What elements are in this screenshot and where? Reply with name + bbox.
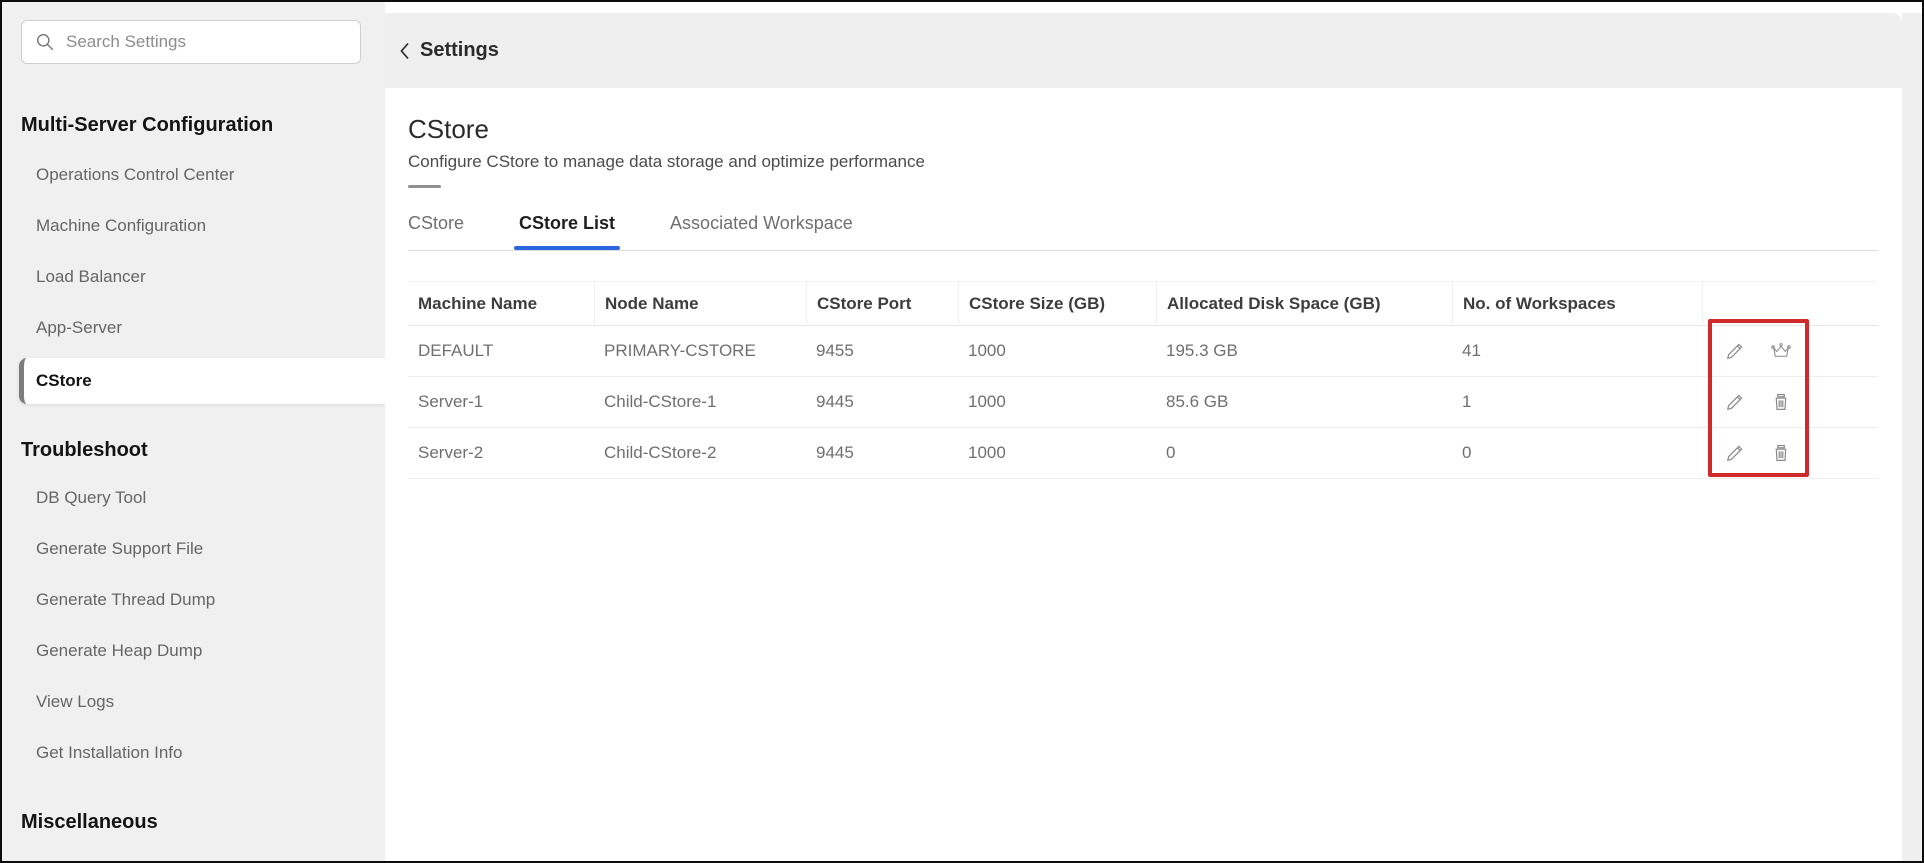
trash-icon xyxy=(1771,392,1791,412)
sidebar-item-label: Generate Support File xyxy=(36,539,203,559)
search-icon xyxy=(35,32,55,52)
table-row: Server-1 Child-CStore-1 9445 1000 85.6 G… xyxy=(408,377,1878,428)
row-actions xyxy=(1702,442,1878,464)
sidebar-item-label: View Logs xyxy=(36,692,114,712)
sidebar-item-generate-thread-dump[interactable]: Generate Thread Dump xyxy=(2,574,385,625)
app-window: Multi-Server Configuration Operations Co… xyxy=(0,0,1924,863)
column-header-actions xyxy=(1702,282,1878,325)
sidebar-item-label: DB Query Tool xyxy=(36,488,146,508)
sidebar-item-load-balancer[interactable]: Load Balancer xyxy=(2,251,385,302)
cstore-settings-panel: CStore Configure CStore to manage data s… xyxy=(385,88,1902,855)
edit-icon xyxy=(1725,392,1745,412)
cstore-tabs: CStore CStore List Associated Workspace xyxy=(408,212,1878,251)
edit-button[interactable] xyxy=(1724,391,1746,413)
column-header-cstore-size: CStore Size (GB) xyxy=(958,282,1156,325)
cell-node-name: Child-CStore-1 xyxy=(594,392,806,412)
sidebar-item-db-query-tool[interactable]: DB Query Tool xyxy=(2,472,385,523)
edit-button[interactable] xyxy=(1724,442,1746,464)
column-header-no-of-workspaces: No. of Workspaces xyxy=(1452,282,1702,325)
cell-cstore-port: 9445 xyxy=(806,392,958,412)
cell-machine-name: DEFAULT xyxy=(408,341,594,361)
settings-header-bar: Settings xyxy=(385,13,1902,88)
cell-cstore-port: 9455 xyxy=(806,341,958,361)
sidebar-section-troubleshoot: Troubleshoot xyxy=(21,436,385,464)
cell-cstore-size: 1000 xyxy=(958,392,1156,412)
cell-machine-name: Server-2 xyxy=(408,443,594,463)
column-header-cstore-port: CStore Port xyxy=(806,282,958,325)
cell-machine-name: Server-1 xyxy=(408,392,594,412)
column-header-machine-name: Machine Name xyxy=(408,294,594,314)
sidebar-section-miscellaneous: Miscellaneous xyxy=(21,808,385,836)
tab-cstore[interactable]: CStore xyxy=(408,212,464,250)
sidebar-item-label: Load Balancer xyxy=(36,267,146,287)
tab-cstore-list[interactable]: CStore List xyxy=(519,212,615,250)
sidebar-item-label: Machine Configuration xyxy=(36,216,206,236)
tab-associated-workspace[interactable]: Associated Workspace xyxy=(670,212,853,250)
sidebar-item-view-logs[interactable]: View Logs xyxy=(2,676,385,727)
sidebar-item-machine-configuration[interactable]: Machine Configuration xyxy=(2,200,385,251)
sidebar-item-label: Get Installation Info xyxy=(36,743,182,763)
cell-cstore-size: 1000 xyxy=(958,341,1156,361)
sidebar-item-app-server[interactable]: App-Server xyxy=(2,302,385,353)
cell-node-name: Child-CStore-2 xyxy=(594,443,806,463)
search-input[interactable] xyxy=(66,32,336,52)
table-row: DEFAULT PRIMARY-CSTORE 9455 1000 195.3 G… xyxy=(408,326,1878,377)
cell-no-of-workspaces: 41 xyxy=(1452,341,1702,361)
sidebar-item-label: CStore xyxy=(36,371,92,391)
cell-allocated-disk-space: 195.3 GB xyxy=(1156,341,1452,361)
sidebar-item-label: App-Server xyxy=(36,318,122,338)
trash-icon xyxy=(1771,443,1791,463)
crown-icon xyxy=(1770,341,1792,361)
page-subtitle: Configure CStore to manage data storage … xyxy=(408,152,1902,172)
edit-icon xyxy=(1725,443,1745,463)
sidebar-item-generate-heap-dump[interactable]: Generate Heap Dump xyxy=(2,625,385,676)
cell-no-of-workspaces: 1 xyxy=(1452,392,1702,412)
page-background-strip xyxy=(1902,13,1922,861)
back-label: Settings xyxy=(420,39,499,62)
sidebar-item-label: Generate Heap Dump xyxy=(36,641,202,661)
sidebar-item-label: Operations Control Center xyxy=(36,165,234,185)
back-to-settings-button[interactable]: Settings xyxy=(398,39,499,62)
settings-sidebar: Multi-Server Configuration Operations Co… xyxy=(2,2,385,861)
row-actions xyxy=(1702,391,1878,413)
sidebar-item-label: Generate Thread Dump xyxy=(36,590,215,610)
sidebar-item-cstore[interactable]: CStore xyxy=(19,358,385,404)
sidebar-item-generate-support-file[interactable]: Generate Support File xyxy=(2,523,385,574)
subtitle-accent-bar xyxy=(408,185,441,188)
edit-icon xyxy=(1725,341,1745,361)
primary-cstore-button[interactable] xyxy=(1770,340,1792,362)
cell-cstore-size: 1000 xyxy=(958,443,1156,463)
table-header-row: Machine Name Node Name CStore Port CStor… xyxy=(408,281,1878,326)
column-header-allocated-disk-space: Allocated Disk Space (GB) xyxy=(1156,282,1452,325)
delete-button[interactable] xyxy=(1770,442,1792,464)
search-settings-box[interactable] xyxy=(21,20,361,64)
column-header-node-name: Node Name xyxy=(594,282,806,325)
cstore-list-table: Machine Name Node Name CStore Port CStor… xyxy=(408,281,1878,479)
sidebar-item-get-installation-info[interactable]: Get Installation Info xyxy=(2,727,385,778)
table-row: Server-2 Child-CStore-2 9445 1000 0 0 xyxy=(408,428,1878,479)
sidebar-item-operations-control-center[interactable]: Operations Control Center xyxy=(2,149,385,200)
cell-cstore-port: 9445 xyxy=(806,443,958,463)
sidebar-section-multi-server: Multi-Server Configuration xyxy=(21,111,385,139)
cell-node-name: PRIMARY-CSTORE xyxy=(594,341,806,361)
edit-button[interactable] xyxy=(1724,340,1746,362)
cell-no-of-workspaces: 0 xyxy=(1452,443,1702,463)
page-title: CStore xyxy=(408,114,1902,144)
cell-allocated-disk-space: 85.6 GB xyxy=(1156,392,1452,412)
chevron-left-icon xyxy=(398,40,411,62)
cell-allocated-disk-space: 0 xyxy=(1156,443,1452,463)
row-actions xyxy=(1702,340,1878,362)
delete-button[interactable] xyxy=(1770,391,1792,413)
